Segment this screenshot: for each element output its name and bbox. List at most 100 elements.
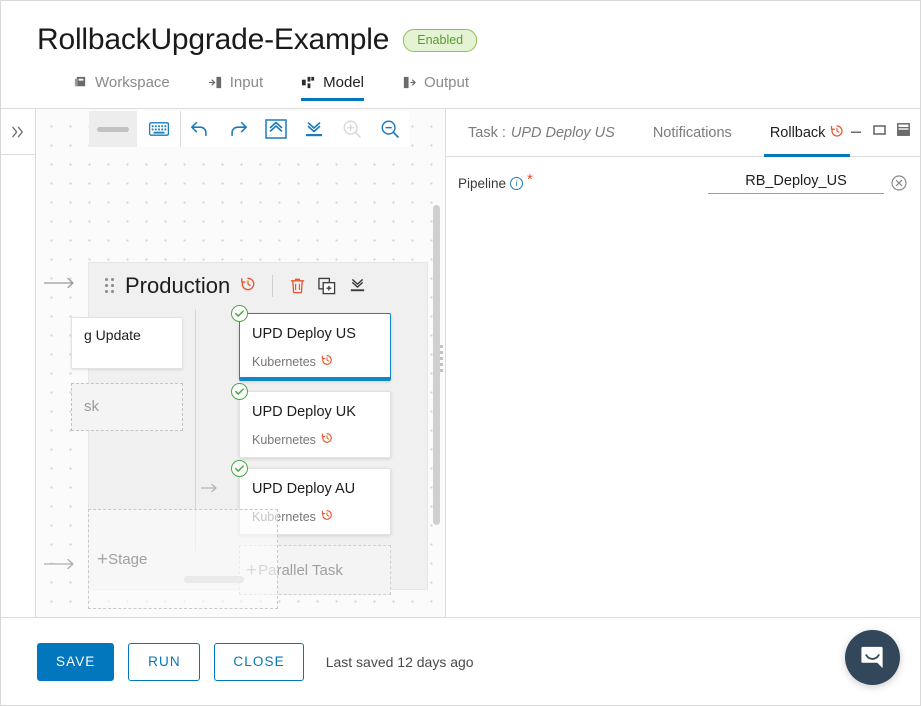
stage-name: Production [125,273,231,298]
task-subtitle: Kubernetes [252,432,380,447]
pipeline-field-control [708,171,907,194]
close-button[interactable]: CLOSE [214,642,304,681]
double-chevron-right-icon [11,126,23,137]
footer-bar: SAVE RUN CLOSE Last saved 12 days ago [1,617,920,705]
add-stage-label: Stage [108,550,148,568]
tab-output[interactable]: Output [402,71,485,101]
zoom-slider[interactable] [89,111,137,147]
run-button[interactable]: RUN [128,642,201,681]
collapse-all-button[interactable] [257,111,295,147]
tab-workspace[interactable]: Workspace [73,71,186,101]
rollback-clock-icon [321,432,333,447]
magnifier-minus-icon [381,120,399,138]
maximize-icon [873,124,886,135]
collapse-bar-icon [351,279,365,292]
tab-notifications[interactable]: Notifications [647,109,738,157]
minimize-icon [851,131,861,133]
task-subtitle: Kubernetes [252,354,380,369]
plus-icon: + [97,548,109,570]
stage-tools [289,277,367,295]
pipeline-field-row: Pipeline i * [446,157,920,194]
page-header: RollbackUpgrade-Example Enabled Workspac… [1,1,920,101]
rollback-clock-icon [321,354,333,369]
task-title: UPD Deploy UK [252,404,356,420]
duplicate-stage-button[interactable] [318,277,336,295]
keyboard-shortcuts-button[interactable] [137,111,181,147]
rollback-clock-icon [321,509,333,524]
undo-button[interactable] [181,111,219,147]
pipeline-input[interactable] [708,171,884,194]
info-icon[interactable]: i [510,177,524,190]
pipeline-label-text: Pipeline [458,176,507,191]
tab-rollback[interactable]: Rollback [763,109,851,157]
partial-task-card[interactable]: g Update [71,317,183,369]
zoom-out-button[interactable] [371,111,409,147]
page-title: RollbackUpgrade-Example [37,23,390,56]
delete-stage-button[interactable] [289,277,306,295]
model-icon [301,75,316,90]
tab-workspace-label: Workspace [95,74,170,91]
tab-task-label: Task : [468,124,506,141]
task-plugin-label: Kubernetes [252,432,316,447]
expand-sidebar-button[interactable] [1,109,35,155]
add-stage-button[interactable]: + Stage [88,509,278,609]
collapse-stage-button[interactable] [348,277,367,295]
workspace-icon [73,75,88,90]
tab-input-label: Input [229,74,264,91]
keyboard-icon [148,122,169,136]
column-connector-arrow [200,481,221,499]
previous-column: g Update sk [71,317,197,431]
tab-input[interactable]: Input [208,71,279,101]
pipeline-field-label: Pipeline i * [458,171,533,191]
stage-inbound-arrow [43,276,78,295]
split-pane-icon [897,123,910,136]
task-card[interactable]: UPD Deploy UK Kubernetes [231,383,391,458]
clear-circle-x-icon [891,174,907,191]
chat-launcher-button[interactable] [845,630,900,685]
properties-panel: Task : UPD Deploy US Notifications Rollb… [446,109,920,617]
input-icon [208,75,223,90]
app-window: RollbackUpgrade-Example Enabled Workspac… [0,0,921,706]
model-canvas[interactable]: Production g Update sk UPD Deploy US Kub… [36,109,446,617]
status-badge: Enabled [403,28,478,52]
expand-all-button[interactable] [295,111,333,147]
trash-icon [290,278,305,294]
required-marker: * [527,171,533,188]
clear-pipeline-button[interactable] [891,174,907,191]
save-button[interactable]: SAVE [37,642,115,681]
title-row: RollbackUpgrade-Example Enabled [37,23,920,57]
tab-task-value: UPD Deploy US [510,124,615,141]
tab-model-label: Model [323,74,364,91]
rollback-clock-icon [830,124,844,142]
check-circle-icon [231,460,248,477]
minimize-panel-button[interactable] [850,124,862,136]
task-plugin-label: Kubernetes [252,354,316,369]
maximize-panel-button[interactable] [873,124,886,136]
toolbar-divider [272,275,274,297]
output-icon [402,75,417,90]
main-area: Production g Update sk UPD Deploy US Kub… [1,109,920,617]
task-title: UPD Deploy AU [252,481,356,497]
add-stage-arrow [43,557,78,576]
undo-arrow-icon [191,121,207,137]
chevron-down-bar-icon [306,122,322,137]
redo-button[interactable] [219,111,257,147]
canvas-toolbar-actions [181,111,409,147]
split-panel-button[interactable] [897,123,910,136]
add-stage-container: + Stage [43,509,278,609]
task-card[interactable]: UPD Deploy US Kubernetes [231,305,391,381]
canvas-vertical-scrollbar[interactable] [433,205,440,525]
tab-model[interactable]: Model [301,71,380,101]
check-circle-icon [231,383,248,400]
stage-header: Production [89,263,427,309]
check-circle-icon [231,305,248,322]
tab-task[interactable]: Task : UPD Deploy US [462,109,621,157]
chat-bubble-icon [861,646,883,669]
partial-add-task[interactable]: sk [71,383,183,431]
last-saved-text: Last saved 12 days ago [325,653,474,670]
redo-arrow-icon [231,121,247,137]
panel-window-controls [850,123,910,136]
zoom-in-button[interactable] [333,111,371,147]
task-title: UPD Deploy US [252,326,356,342]
drag-handle-icon[interactable] [105,278,115,294]
